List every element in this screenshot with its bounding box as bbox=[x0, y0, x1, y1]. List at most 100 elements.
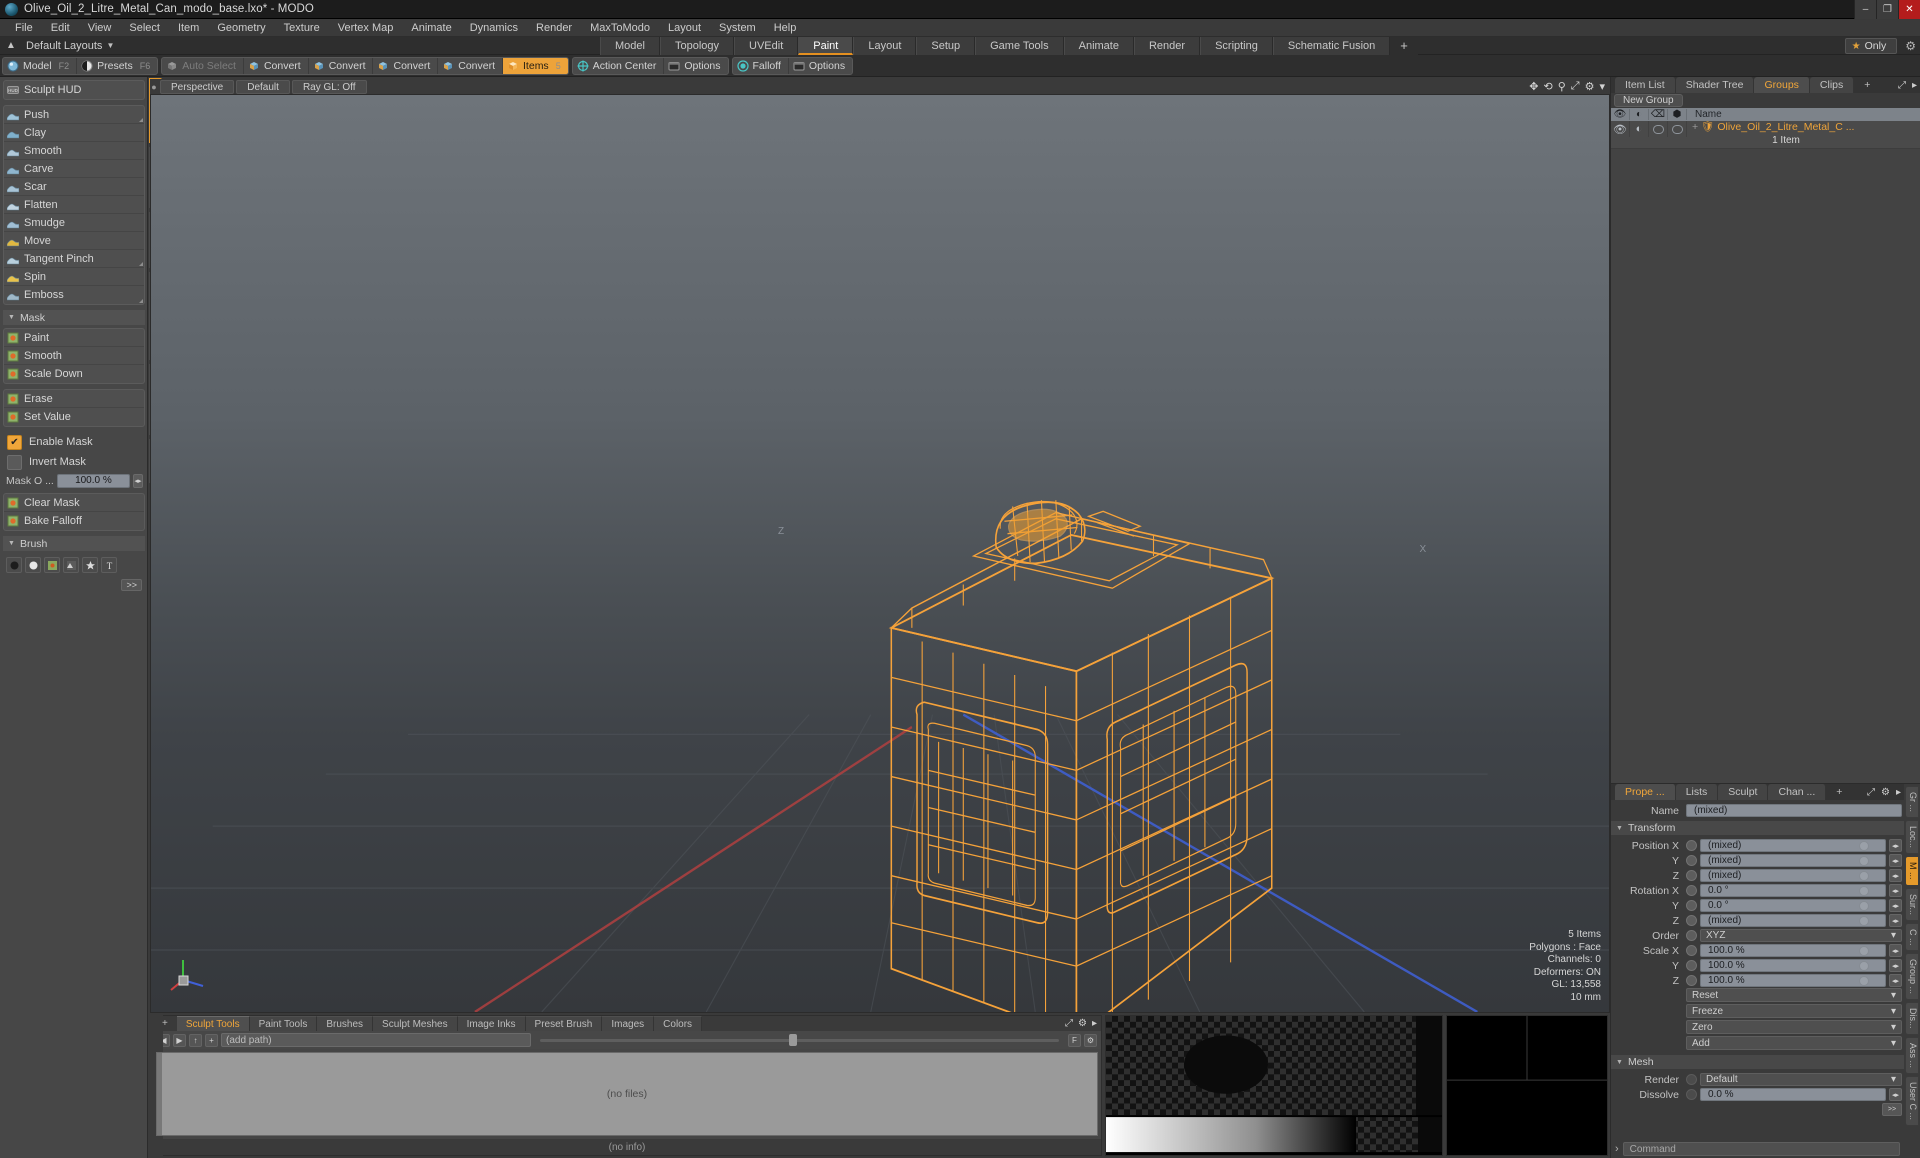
tool-button-options[interactable]: Options bbox=[789, 58, 852, 74]
right-tab-groups[interactable]: Groups bbox=[1754, 77, 1810, 93]
right-side-tab-dis[interactable]: Dis... bbox=[1905, 1002, 1919, 1035]
preview-panel-left[interactable] bbox=[1105, 1015, 1443, 1156]
select-icon[interactable]: ⬢ bbox=[1668, 109, 1687, 120]
right-tab-shader-tree[interactable]: Shader Tree bbox=[1675, 77, 1755, 93]
scale-2-knob[interactable] bbox=[1859, 975, 1869, 986]
scale-1-radio[interactable] bbox=[1686, 960, 1697, 971]
gear-icon[interactable]: ⚙ bbox=[1905, 39, 1916, 53]
submenu-corner-icon[interactable] bbox=[139, 299, 143, 303]
layout-tab-animate[interactable]: Animate bbox=[1063, 37, 1134, 55]
command-arrow-icon[interactable]: › bbox=[1615, 1143, 1619, 1155]
bake-falloff-button[interactable]: Bake Falloff bbox=[4, 512, 144, 530]
command-input[interactable]: Command bbox=[1622, 1142, 1900, 1156]
row-lock-icon[interactable] bbox=[1649, 121, 1668, 137]
scale-0-input[interactable]: 100.0 % bbox=[1700, 944, 1886, 957]
3d-viewport[interactable]: Z X 5 Items Polygons : Face Channels: 0 … bbox=[150, 94, 1610, 1013]
dropdown-icon[interactable]: ▸ bbox=[1912, 80, 1917, 91]
scale-0-stepper[interactable]: ◂▸ bbox=[1889, 944, 1902, 957]
bottom-tab-preset-brush[interactable]: Preset Brush bbox=[525, 1016, 603, 1031]
sculpt-tool-push[interactable]: Push bbox=[4, 106, 144, 124]
fit-icon[interactable]: ⤢ bbox=[1571, 80, 1580, 93]
lock-icon[interactable]: ⌫ bbox=[1649, 109, 1668, 120]
transform-5-stepper[interactable]: ◂▸ bbox=[1889, 914, 1902, 927]
menu-item-file[interactable]: File bbox=[6, 19, 42, 37]
brush-section-header[interactable]: ▼ Brush bbox=[3, 536, 145, 551]
mask-opacity-stepper[interactable]: ◂▸ bbox=[133, 473, 143, 488]
scale-1-knob[interactable] bbox=[1859, 960, 1869, 971]
maximize-button[interactable]: ❐ bbox=[1876, 0, 1898, 19]
layout-tab-setup[interactable]: Setup bbox=[916, 37, 976, 55]
bottom-tab-brushes[interactable]: Brushes bbox=[317, 1016, 374, 1031]
tool-button-model[interactable]: Model F2 bbox=[3, 57, 78, 74]
transform-1-knob[interactable] bbox=[1859, 855, 1869, 866]
dissolve-radio[interactable] bbox=[1686, 1089, 1697, 1100]
layout-tab-schematic-fusion[interactable]: Schematic Fusion bbox=[1272, 37, 1391, 55]
layout-tab-topology[interactable]: Topology bbox=[659, 37, 735, 55]
move-icon[interactable]: ✥ bbox=[1529, 80, 1538, 93]
add-layout-tab-button[interactable]: + bbox=[1390, 37, 1418, 55]
gear-icon[interactable]: ⚙ bbox=[1084, 1033, 1097, 1047]
brush-soft-icon[interactable] bbox=[6, 557, 22, 573]
right-side-tab-sur[interactable]: Sur... bbox=[1905, 887, 1919, 921]
tool-button-options[interactable]: Options bbox=[664, 58, 727, 74]
scale-2-stepper[interactable]: ◂▸ bbox=[1889, 974, 1902, 987]
dissolve-input[interactable]: 0.0 % bbox=[1700, 1088, 1886, 1101]
right-side-tab-loc[interactable]: Loc... bbox=[1905, 820, 1919, 855]
scrollbar-vertical[interactable] bbox=[157, 1053, 162, 1135]
transform-4-stepper[interactable]: ◂▸ bbox=[1889, 899, 1902, 912]
close-button[interactable]: ✕ bbox=[1898, 0, 1920, 19]
menu-item-help[interactable]: Help bbox=[765, 19, 806, 37]
menu-item-maxtomodo[interactable]: MaxToModo bbox=[581, 19, 659, 37]
filter-icon[interactable]: F bbox=[1068, 1033, 1081, 1047]
add-bottom-tab-button[interactable]: + bbox=[153, 1016, 177, 1031]
sculpt-tool-spin[interactable]: Spin bbox=[4, 268, 144, 286]
path-input[interactable]: (add path) bbox=[221, 1033, 531, 1047]
gear-icon[interactable]: ⚙ bbox=[1881, 787, 1890, 798]
scale-1-stepper[interactable]: ◂▸ bbox=[1889, 959, 1902, 972]
dropdown-icon[interactable]: ▾ bbox=[1599, 80, 1605, 93]
bottom-tab-paint-tools[interactable]: Paint Tools bbox=[249, 1016, 318, 1031]
transform-action-reset[interactable]: Reset ▾ bbox=[1686, 988, 1902, 1002]
sculpt-tool-move[interactable]: Move bbox=[4, 232, 144, 250]
viewport-raygl-chip[interactable]: Ray GL: Off bbox=[291, 79, 367, 94]
sculpt-tool-scar[interactable]: Scar bbox=[4, 178, 144, 196]
group-list-body[interactable]: 👁 ◐ + 🛡 Olive_Oil_2_Litre_Metal_C ... 1 … bbox=[1611, 121, 1920, 783]
transform-0-knob[interactable] bbox=[1859, 840, 1869, 851]
transform-4-input[interactable]: 0.0 ° bbox=[1700, 899, 1886, 912]
submenu-corner-icon[interactable] bbox=[139, 118, 143, 122]
transform-3-stepper[interactable]: ◂▸ bbox=[1889, 884, 1902, 897]
viewport-projection-chip[interactable]: Perspective bbox=[160, 79, 235, 94]
right-tab-add-button[interactable]: + bbox=[1854, 77, 1880, 93]
transform-3-knob[interactable] bbox=[1859, 885, 1869, 896]
transform-4-knob[interactable] bbox=[1859, 900, 1869, 911]
mask-tool-smooth[interactable]: Smooth bbox=[4, 347, 144, 365]
transform-4-radio[interactable] bbox=[1686, 900, 1697, 911]
menu-item-system[interactable]: System bbox=[710, 19, 765, 37]
transform-5-radio[interactable] bbox=[1686, 915, 1697, 926]
more-button[interactable]: >> bbox=[1882, 1103, 1902, 1116]
file-browser-area[interactable]: (no files) bbox=[156, 1052, 1098, 1136]
layout-tab-layout[interactable]: Layout bbox=[853, 37, 917, 55]
scale-0-knob[interactable] bbox=[1859, 945, 1869, 956]
tool-button-auto-select[interactable]: Auto Select bbox=[162, 57, 244, 74]
render-radio[interactable] bbox=[1686, 1074, 1697, 1085]
dissolve-stepper[interactable]: ◂▸ bbox=[1889, 1088, 1902, 1101]
render-icon[interactable]: ◐ bbox=[1630, 109, 1649, 120]
submenu-corner-icon[interactable] bbox=[139, 262, 143, 266]
mask-tool-set-value[interactable]: Set Value bbox=[4, 408, 144, 426]
right-side-tab-m[interactable]: M ... bbox=[1905, 856, 1919, 886]
scale-1-input[interactable]: 100.0 % bbox=[1700, 959, 1886, 972]
mask-tool-paint[interactable]: Paint bbox=[4, 329, 144, 347]
table-row[interactable]: 👁 ◐ + 🛡 Olive_Oil_2_Litre_Metal_C ... 1 … bbox=[1611, 121, 1920, 149]
tool-button-presets[interactable]: Presets F6 bbox=[77, 58, 157, 74]
invert-mask-row[interactable]: Invert Mask bbox=[3, 452, 145, 472]
transform-2-knob[interactable] bbox=[1859, 870, 1869, 881]
gear-icon[interactable]: ⚙ bbox=[1078, 1018, 1087, 1029]
add-path-icon[interactable]: + bbox=[205, 1033, 218, 1047]
popout-icon[interactable]: ⤢ bbox=[1867, 787, 1875, 798]
layout-tab-model[interactable]: Model bbox=[600, 37, 660, 55]
tool-button-convert[interactable]: Convert bbox=[309, 57, 374, 74]
mask-section-header[interactable]: ▼ Mask bbox=[3, 310, 145, 325]
default-layouts-label[interactable]: Default Layouts bbox=[22, 40, 102, 52]
right-tab-clips[interactable]: Clips bbox=[1809, 77, 1855, 93]
